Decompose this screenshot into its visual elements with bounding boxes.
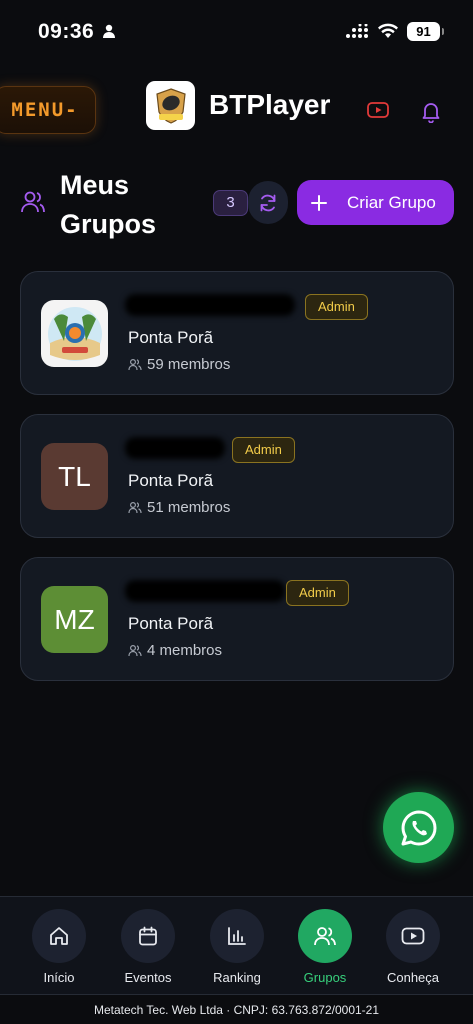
nav-item-ranking[interactable]: Ranking xyxy=(197,909,277,985)
group-card[interactable]: TL Admin Ponta Porã 51 membros xyxy=(20,414,454,538)
group-city: Ponta Porã xyxy=(128,328,214,347)
menu-button[interactable]: MENU - xyxy=(0,86,96,134)
members-icon xyxy=(128,644,142,657)
nav-label: Grupos xyxy=(303,970,347,985)
members-count: 51 membros xyxy=(147,499,231,516)
status-time: 09:36 xyxy=(38,20,95,43)
group-members: 51 membros xyxy=(128,499,230,516)
members-count: 59 membros xyxy=(147,356,231,373)
home-icon xyxy=(50,927,68,945)
whatsapp-button[interactable] xyxy=(383,792,454,863)
menu-label: MENU xyxy=(11,99,66,121)
group-name-redacted xyxy=(125,294,295,316)
members-count: 4 membros xyxy=(147,642,223,659)
group-members: 4 membros xyxy=(128,642,222,659)
group-avatar: TL xyxy=(41,443,108,510)
group-card[interactable]: MZ Admin Ponta Porã 4 membros xyxy=(20,557,454,681)
calendar-icon xyxy=(139,926,157,946)
group-members: 59 membros xyxy=(128,356,230,373)
admin-badge: Admin xyxy=(305,294,368,320)
group-name-redacted xyxy=(125,580,285,602)
users-icon xyxy=(314,927,336,946)
status-bar: 09:36 91 xyxy=(0,0,473,56)
nav-label: Conheça xyxy=(386,970,440,985)
footer-company-info: Metatech Tec. Web Ltda · CNPJ: 63.763.87… xyxy=(0,994,473,1024)
nav-label: Eventos xyxy=(124,970,172,985)
wifi-icon xyxy=(378,23,398,44)
battery-indicator: 91 xyxy=(407,22,444,41)
group-city: Ponta Porã xyxy=(128,614,214,633)
admin-badge: Admin xyxy=(286,580,349,606)
nav-item-conheca[interactable]: Conheça xyxy=(373,909,453,985)
members-icon xyxy=(128,501,142,514)
users-icon xyxy=(20,190,46,219)
group-avatar xyxy=(41,300,108,367)
plus-icon xyxy=(311,194,327,211)
nav-item-grupos[interactable]: Grupos xyxy=(285,909,365,985)
group-avatar: MZ xyxy=(41,586,108,653)
menu-arrow-icon: - xyxy=(65,99,79,121)
admin-badge: Admin xyxy=(232,437,295,463)
person-icon xyxy=(102,24,116,43)
group-count-badge: 3 xyxy=(213,190,248,216)
group-city: Ponta Porã xyxy=(128,471,214,490)
youtube-icon xyxy=(401,927,425,945)
bottom-navigation: Início Eventos Ranking Grupos Conheça xyxy=(0,896,473,994)
nav-item-eventos[interactable]: Eventos xyxy=(108,909,188,985)
create-group-label: Criar Grupo xyxy=(347,192,436,212)
nav-label: Início xyxy=(43,970,75,985)
bell-icon[interactable] xyxy=(421,101,441,128)
bar-chart-icon xyxy=(228,927,246,945)
nav-item-inicio[interactable]: Início xyxy=(19,909,99,985)
create-group-button[interactable]: Criar Grupo xyxy=(297,180,454,225)
group-name-redacted xyxy=(125,437,225,459)
app-logo xyxy=(146,81,195,130)
nav-label: Ranking xyxy=(213,970,261,985)
whatsapp-icon xyxy=(401,810,436,845)
app-title: BTPlayer xyxy=(209,89,331,120)
members-icon xyxy=(128,358,142,371)
refresh-button[interactable] xyxy=(248,181,288,224)
youtube-icon[interactable] xyxy=(367,102,389,123)
signal-icon xyxy=(345,23,369,45)
group-card[interactable]: Admin Ponta Porã 59 membros xyxy=(20,271,454,395)
page-title: Meus Grupos xyxy=(60,170,157,239)
refresh-icon xyxy=(260,194,276,211)
